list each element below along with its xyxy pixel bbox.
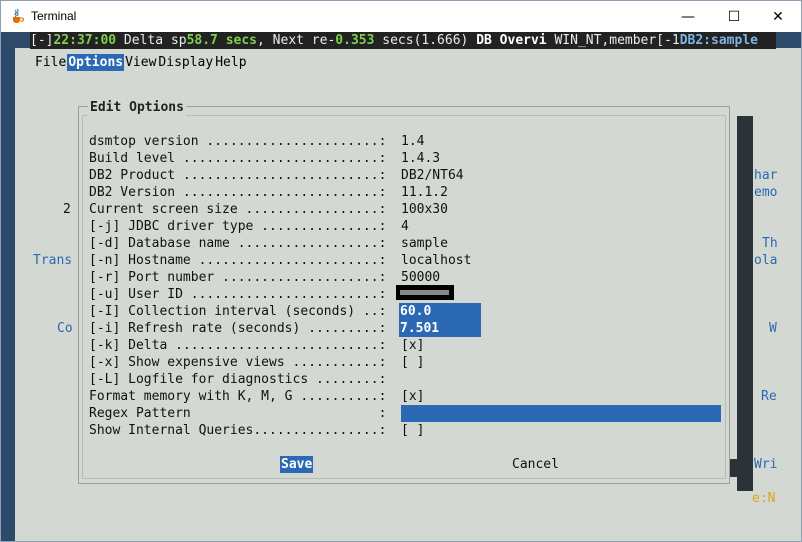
internal-queries-checkbox[interactable]: [ ] [401,422,424,439]
cancel-button[interactable]: Cancel [512,456,559,473]
option-value-version: 1.4 [401,134,425,149]
option-label-database: [-d] Database name ..................: [89,236,387,251]
bg-text-ola: ola [754,253,778,268]
option-label-db2-version: DB2 Version .........................: [89,185,387,200]
option-value-hostname[interactable]: localhost [401,252,471,269]
dialog-shadow-right [737,116,753,491]
format-memory-checkbox[interactable]: [x] [401,388,424,405]
user-id-mask [400,290,449,295]
delta-checkbox[interactable]: [x] [401,337,424,354]
save-button[interactable]: Save [280,456,314,473]
maximize-button[interactable]: ☐ [711,1,757,32]
dialog-title: Edit Options [88,99,186,116]
option-label-build: Build level .........................: [89,151,387,166]
expensive-views-checkbox[interactable]: [ ] [401,354,424,371]
status-delta-secs: 58.7 secs [186,33,258,48]
status-bracket: [-] [30,33,54,48]
option-label-user-id: [-u] User ID ........................: [89,287,387,302]
status-next-label: , Next re- [257,33,336,48]
status-time: 22:37:00 [53,33,117,48]
option-label-expensive-views: [-x] Show expensive views ...........: [89,355,387,370]
status-delta-label: Delta sp [116,33,187,48]
menu-file[interactable]: File [34,54,67,71]
option-value-database[interactable]: sample [401,235,448,252]
minimize-icon: — [681,8,695,25]
bg-text-2: 2 [63,202,71,217]
bg-text-har: har [754,168,778,183]
option-label-product: DB2 Product .........................: [89,168,387,183]
status-next-value: 0.353 [335,33,375,48]
option-value-screen-size: 100x30 [401,202,448,217]
option-label-screen-size: Current screen size .................: [89,202,387,217]
window-title: Terminal [31,9,77,23]
option-label-version: dsmtop version ......................: [89,134,387,149]
title-bar[interactable]: Terminal — ☐ ✕ [1,1,801,32]
option-label-regex: Regex Pattern : [89,406,387,421]
status-db-name: DB2:sample [679,33,758,48]
menu-bar: File Options View Display Help [34,51,248,71]
menu-display[interactable]: Display [157,54,214,71]
option-value-product: DB2/NT64 [401,168,464,183]
option-label-format-memory: Format memory with K, M, G ..........: [89,389,387,404]
refresh-rate-field[interactable]: 7.501 [399,320,481,337]
option-label-internal-queries: Show Internal Queries................: [89,423,387,438]
bg-text-trans: Trans [33,253,73,268]
java-cup-icon [13,8,24,23]
bg-text-co: Co [57,321,73,336]
status-db-overview: DB Overvi [476,33,547,48]
bg-text-re: Re [761,389,777,404]
option-value-jdbc[interactable]: 4 [401,218,409,235]
option-value-db2-version: 11.1.2 [401,185,448,200]
status-instance: WIN_NT,member[-1 [546,33,680,48]
option-label-collection-interval: [-I] Collection interval (seconds) ..: [89,304,387,319]
option-label-logfile: [-L] Logfile for diagnostics ........: [89,372,387,387]
menu-help[interactable]: Help [214,54,247,71]
option-value-build: 1.4.3 [401,151,441,166]
close-icon: ✕ [772,8,784,25]
user-id-field[interactable] [396,285,454,300]
status-secs-label: secs(1.666) [374,33,477,48]
option-label-jdbc: [-j] JDBC driver type ...............: [89,219,387,234]
menu-options[interactable]: Options [67,54,125,71]
bg-text-wri: Wri [754,457,778,472]
minimize-button[interactable]: — [665,1,711,32]
maximize-icon: ☐ [727,8,741,25]
bg-text-emo: emo [754,185,778,200]
option-label-port: [-r] Port number ....................: [89,270,387,285]
menu-view[interactable]: View [124,54,157,71]
regex-pattern-field[interactable] [401,405,721,422]
collection-interval-field[interactable]: 60.0 [399,303,481,320]
option-value-port[interactable]: 50000 [401,269,440,286]
bg-status-e: e:N [752,491,776,506]
status-bar: [-]22:37:00 Delta sp58.7 secs, Next re-0… [30,32,776,49]
bg-text-th: Th [762,236,778,251]
option-label-hostname: [-n] Hostname .......................: [89,253,387,268]
bg-text-w: W [769,321,777,336]
option-label-refresh-rate: [-i] Refresh rate (seconds) .........: [89,321,387,336]
option-label-delta: [-k] Delta ..........................: [89,338,387,353]
close-button[interactable]: ✕ [755,1,801,32]
